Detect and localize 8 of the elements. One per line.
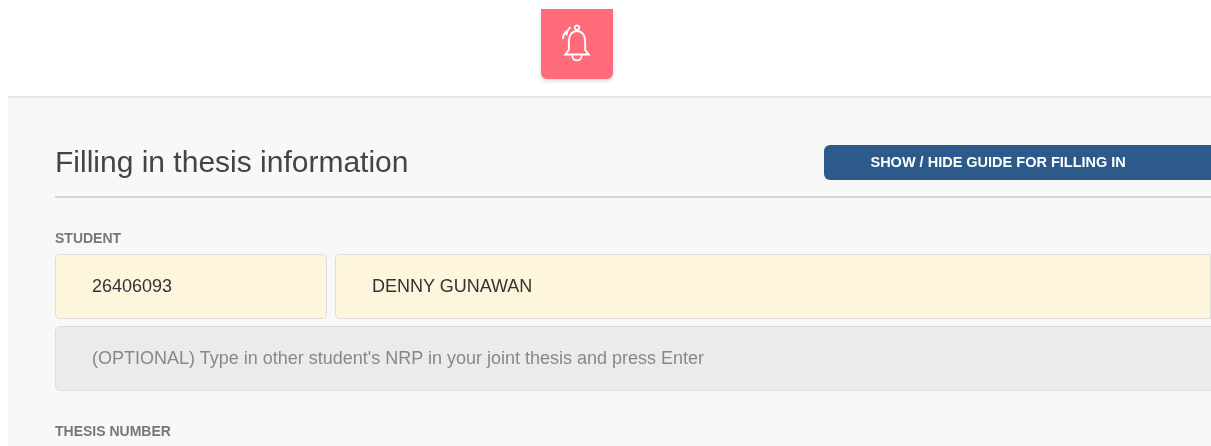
section-label: STUDENT — [55, 230, 123, 246]
guide-toggle-button[interactable]: SHOW / HIDE GUIDE FOR FILLING IN — [824, 144, 1211, 180]
notification-button[interactable] — [541, 9, 613, 79]
other-student-field[interactable]: (OPTIONAL) Type in other student's NRP in your joint thesis and press Enter — [55, 326, 1211, 391]
name-field[interactable]: DENNY GUNAWAN — [335, 254, 1211, 319]
nrp-field[interactable]: 26406093 — [55, 254, 327, 319]
section-label: THESIS NUMBER — [55, 423, 172, 439]
page-title: Filling in thesis information — [55, 145, 410, 179]
